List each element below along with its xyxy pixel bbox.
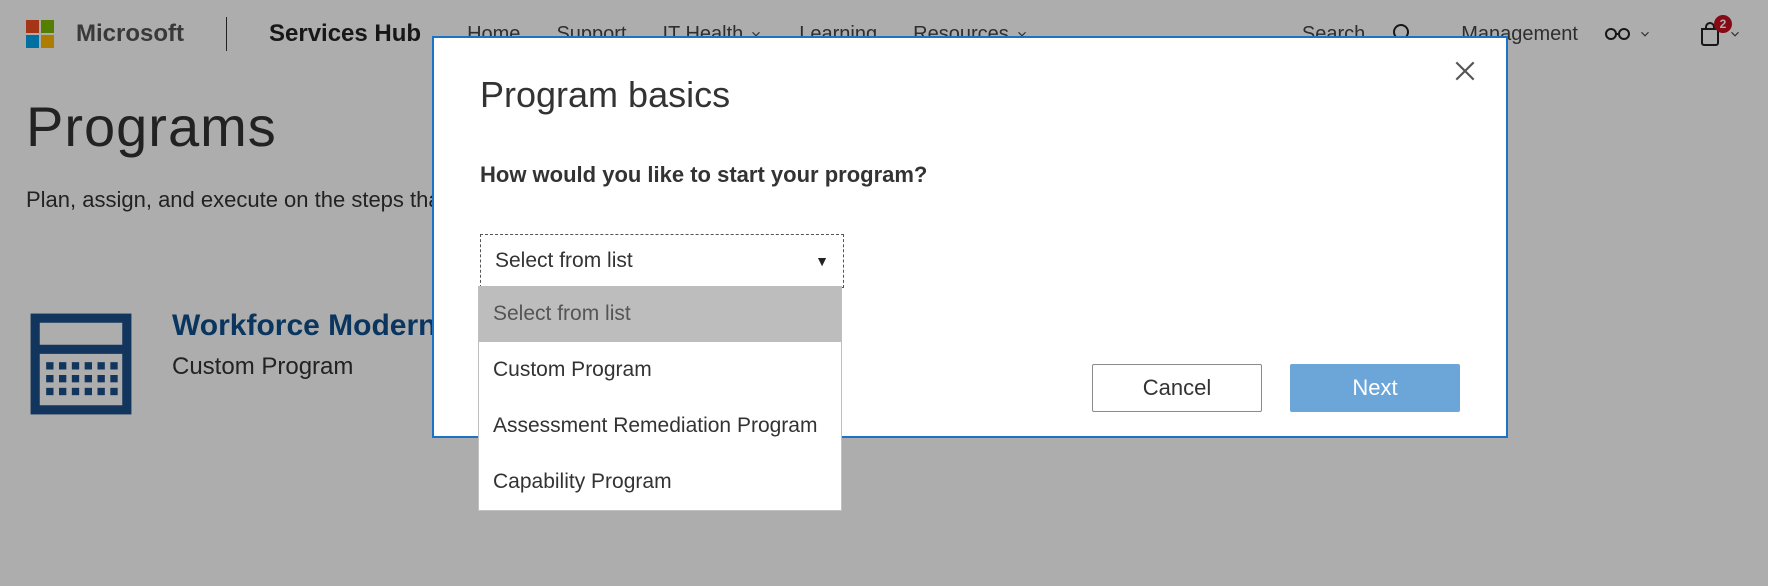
dropdown-option-capability[interactable]: Capability Program <box>479 454 841 510</box>
dropdown-option-placeholder[interactable]: Select from list <box>479 286 841 342</box>
modal-title: Program basics <box>480 74 1506 116</box>
dropdown-option-custom[interactable]: Custom Program <box>479 342 841 398</box>
dropdown-option-assessment[interactable]: Assessment Remediation Program <box>479 398 841 454</box>
modal-button-row: Cancel Next <box>1092 364 1460 412</box>
cancel-button[interactable]: Cancel <box>1092 364 1262 412</box>
program-start-dropdown: Select from list Custom Program Assessme… <box>478 286 842 511</box>
select-current-value: Select from list <box>495 249 633 273</box>
dropdown-triangle-icon: ▼ <box>815 253 829 269</box>
modal-question: How would you like to start your program… <box>480 162 1506 188</box>
close-icon[interactable] <box>1452 58 1478 84</box>
next-button[interactable]: Next <box>1290 364 1460 412</box>
program-start-select[interactable]: Select from list ▼ <box>480 234 844 288</box>
